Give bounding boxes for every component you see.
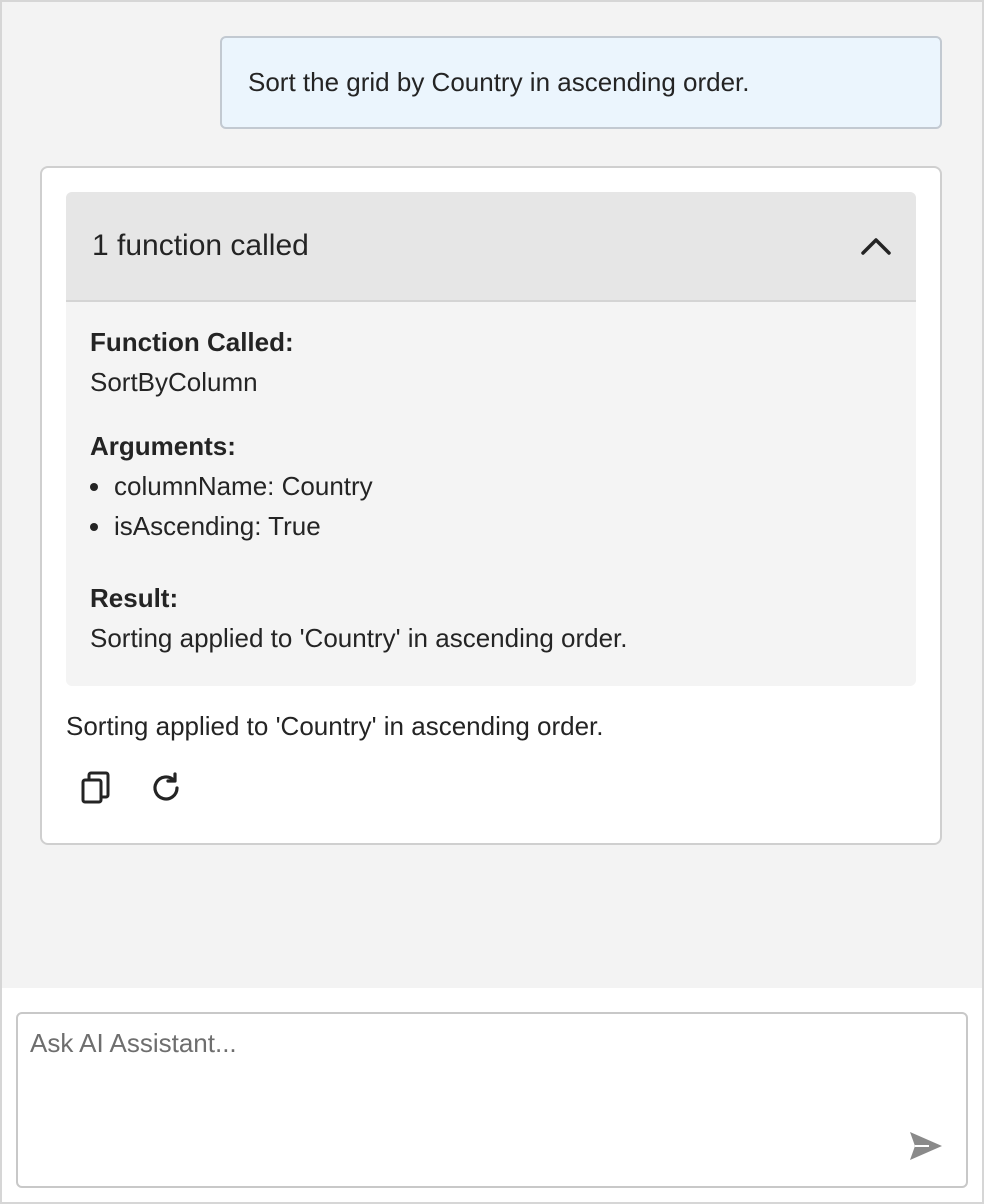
function-called-label: Function Called: xyxy=(90,327,294,357)
function-name: SortByColumn xyxy=(90,367,258,397)
ai-assistant-window: Sort the grid by Country in ascending or… xyxy=(0,0,984,1204)
chevron-up-icon[interactable] xyxy=(860,230,892,262)
result-text: Sorting applied to 'Country' in ascendin… xyxy=(90,623,628,653)
copy-icon xyxy=(81,771,111,810)
refresh-icon xyxy=(149,771,183,810)
function-panel-body: Function Called: SortByColumn Arguments:… xyxy=(90,322,890,658)
arguments-list: columnName: Country isAscending: True xyxy=(90,466,890,546)
prompt-input-container xyxy=(16,1012,968,1188)
chat-history: Sort the grid by Country in ascending or… xyxy=(2,2,982,988)
regenerate-button[interactable] xyxy=(146,770,186,810)
result-section: Result: Sorting applied to 'Country' in … xyxy=(90,578,890,658)
assistant-message-card: 1 function called Function Called: SortB… xyxy=(40,166,942,845)
function-panel-title: 1 function called xyxy=(92,229,309,262)
user-message-text: Sort the grid by Country in ascending or… xyxy=(248,67,750,97)
copy-button[interactable] xyxy=(76,770,116,810)
user-message-bubble: Sort the grid by Country in ascending or… xyxy=(220,36,942,129)
function-called-section: Function Called: SortByColumn xyxy=(90,322,890,402)
arguments-label: Arguments: xyxy=(90,431,236,461)
argument-item: columnName: Country xyxy=(90,466,890,506)
result-label: Result: xyxy=(90,583,179,613)
prompt-input[interactable] xyxy=(18,1014,966,1186)
arguments-section: Arguments: columnName: Country isAscendi… xyxy=(90,426,890,546)
argument-item: isAscending: True xyxy=(90,506,890,546)
function-panel-header[interactable]: 1 function called xyxy=(66,192,916,302)
assistant-response-text: Sorting applied to 'Country' in ascendin… xyxy=(66,711,604,741)
send-button[interactable] xyxy=(906,1128,946,1168)
function-call-panel: 1 function called Function Called: SortB… xyxy=(66,192,916,686)
send-icon xyxy=(909,1130,943,1167)
